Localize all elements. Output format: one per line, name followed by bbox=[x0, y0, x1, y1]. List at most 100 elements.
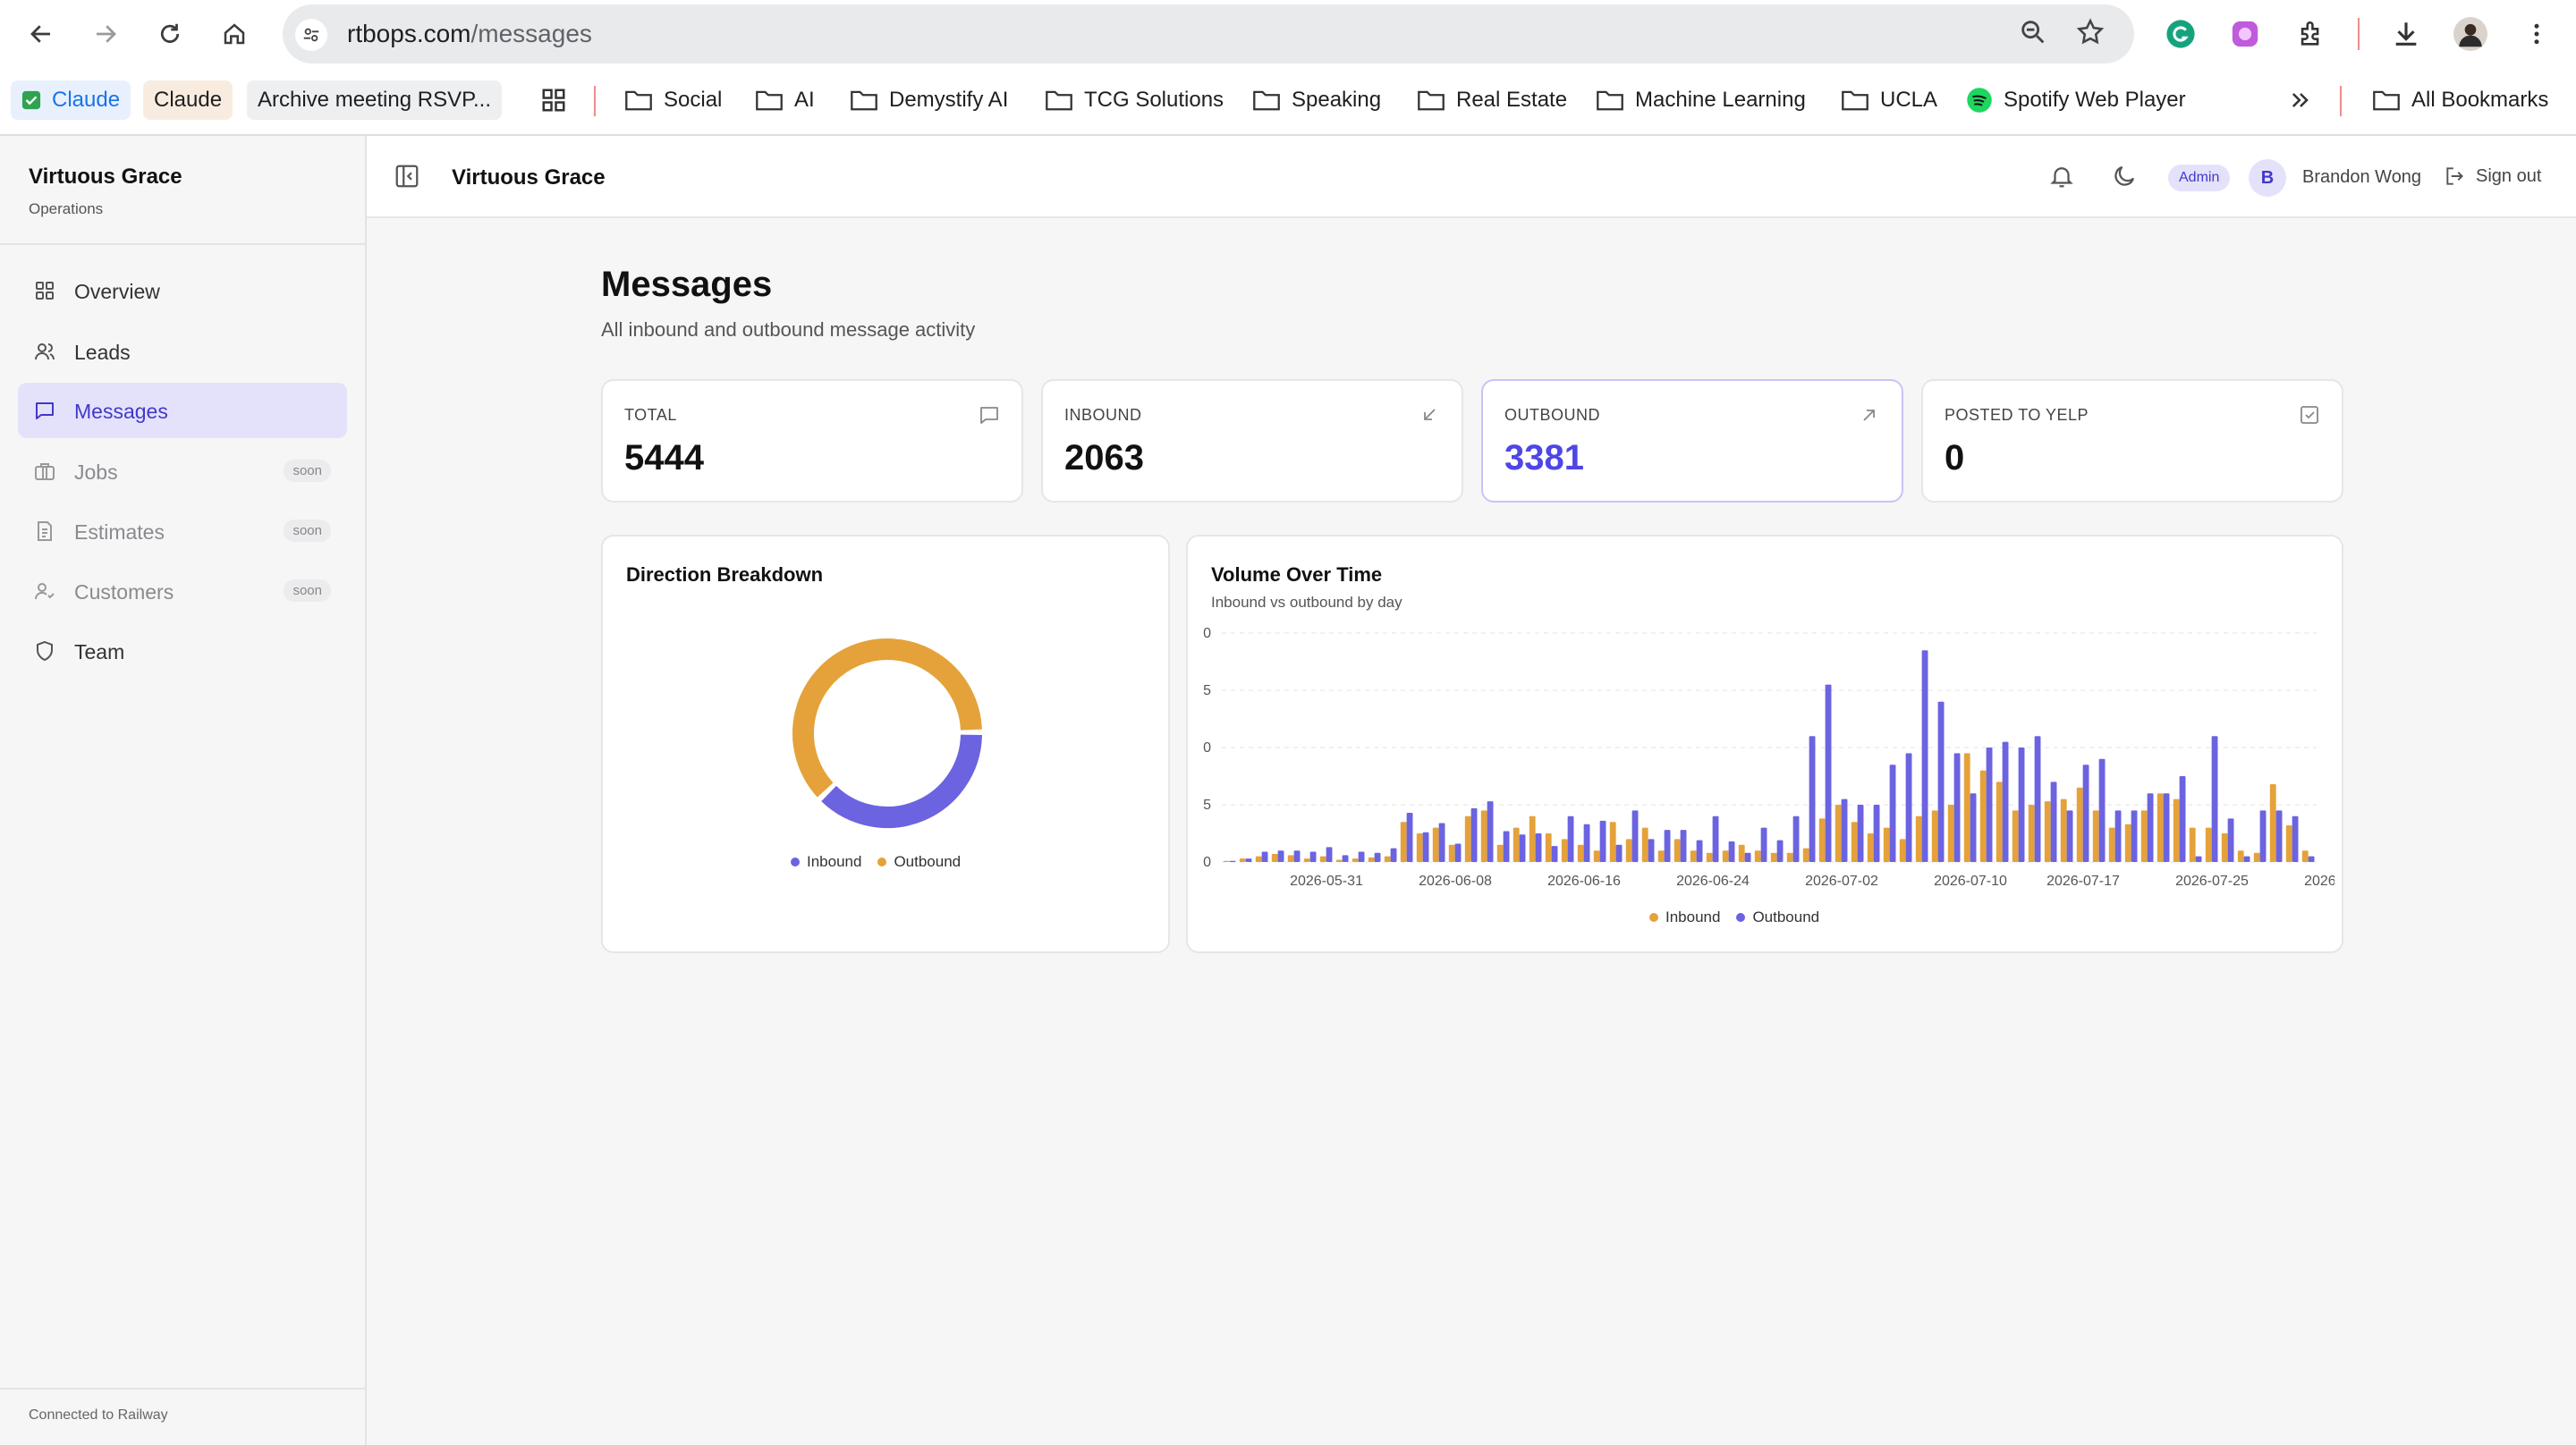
sidebar-footer-divider bbox=[0, 1388, 365, 1390]
bar-inbound bbox=[1690, 850, 1697, 862]
donut-slice-outbound bbox=[792, 638, 982, 798]
address-bar[interactable]: rtbops.com/messages bbox=[283, 4, 2134, 63]
bookmark-claude-2[interactable]: Claude bbox=[143, 80, 233, 120]
bar-outbound bbox=[1470, 807, 1478, 862]
sign-out-button[interactable]: Sign out bbox=[2444, 163, 2541, 190]
bar-outbound bbox=[1857, 805, 1864, 862]
profile-avatar-icon[interactable] bbox=[2453, 16, 2488, 52]
bookmark-folder-real-estate[interactable]: Real Estate bbox=[1417, 80, 1567, 120]
x-tick-label: 2026-05-31 bbox=[1290, 874, 1363, 889]
bar-outbound bbox=[2163, 793, 2170, 862]
star-icon[interactable] bbox=[2075, 17, 2106, 47]
moon-icon[interactable] bbox=[2111, 163, 2138, 190]
sidebar-item-customers[interactable]: Customers soon bbox=[18, 563, 347, 619]
browser-toolbar: rtbops.com/messages bbox=[0, 0, 2576, 68]
sidebar-item-messages[interactable]: Messages bbox=[18, 383, 347, 438]
sidebar-item-leads[interactable]: Leads bbox=[18, 324, 347, 379]
bar-outbound bbox=[2292, 815, 2299, 862]
all-bookmarks[interactable]: All Bookmarks bbox=[2372, 80, 2548, 120]
bookmark-spotify[interactable]: Spotify Web Player bbox=[1966, 80, 2186, 120]
stat-label: POSTED TO YELP bbox=[1945, 406, 2089, 424]
folder-icon bbox=[1417, 89, 1445, 112]
bar-inbound bbox=[1287, 855, 1294, 862]
bar-outbound bbox=[1342, 855, 1349, 862]
message-icon bbox=[34, 400, 55, 421]
forward-icon[interactable] bbox=[88, 16, 123, 52]
page-title: Messages bbox=[601, 265, 773, 304]
home-icon[interactable] bbox=[216, 16, 252, 52]
site-info-icon[interactable] bbox=[295, 19, 327, 51]
bookmark-folder-demystify-ai[interactable]: Demystify AI bbox=[850, 80, 1008, 120]
app-header: Virtuous Grace Admin B Brandon Wong Sign… bbox=[367, 136, 2576, 218]
bookmark-folder-machine-learning[interactable]: Machine Learning bbox=[1596, 80, 1806, 120]
bar-inbound bbox=[2012, 810, 2019, 862]
reload-icon[interactable] bbox=[152, 16, 188, 52]
bookmark-folder-ai[interactable]: AI bbox=[755, 80, 815, 120]
sidebar-item-overview[interactable]: Overview bbox=[18, 263, 347, 318]
stat-card-outbound: OUTBOUND 3381 bbox=[1481, 379, 1903, 503]
bar-inbound bbox=[1835, 805, 1842, 862]
bar-outbound bbox=[2098, 758, 2106, 862]
bookmark-folder-tcg-solutions[interactable]: TCG Solutions bbox=[1045, 80, 1224, 120]
back-icon[interactable] bbox=[23, 16, 59, 52]
page-subtitle: All inbound and outbound message activit… bbox=[601, 318, 976, 341]
bar-outbound bbox=[2147, 793, 2154, 862]
extension-app-icon[interactable] bbox=[2227, 16, 2263, 52]
menu-kebab-icon[interactable] bbox=[2519, 16, 2555, 52]
bar-outbound bbox=[1712, 815, 1719, 862]
sidebar-item-estimates[interactable]: Estimates soon bbox=[18, 503, 347, 559]
brand-title: Virtuous Grace bbox=[29, 165, 182, 189]
apps-grid-icon[interactable] bbox=[540, 80, 567, 120]
bar-inbound bbox=[1496, 844, 1504, 862]
volume-over-time-card: Volume Over Time Inbound vs outbound by … bbox=[1186, 535, 2343, 953]
bar-outbound bbox=[1825, 684, 1832, 862]
bar-inbound bbox=[1722, 850, 1729, 862]
sign-out-icon bbox=[2446, 167, 2463, 185]
soon-badge: soon bbox=[284, 460, 331, 482]
bar-inbound bbox=[2301, 850, 2309, 862]
bar-inbound bbox=[1963, 753, 1970, 862]
bar-outbound bbox=[1921, 650, 1928, 862]
bar-outbound bbox=[1631, 810, 1639, 862]
folder-icon bbox=[624, 89, 653, 112]
bar-outbound bbox=[1970, 793, 1977, 862]
bookmark-folder-social[interactable]: Social bbox=[624, 80, 722, 120]
role-badge: Admin bbox=[2168, 165, 2231, 191]
folder-icon bbox=[1045, 89, 1073, 112]
sidebar: Virtuous Grace Operations Overview Leads… bbox=[0, 136, 367, 1445]
bell-icon[interactable] bbox=[2048, 163, 2075, 190]
avatar[interactable]: B bbox=[2249, 159, 2286, 197]
more-bookmarks-icon[interactable] bbox=[2288, 80, 2313, 120]
bookmark-folder-ucla[interactable]: UCLA bbox=[1841, 80, 1937, 120]
extensions-icon[interactable] bbox=[2293, 16, 2329, 52]
stat-label: INBOUND bbox=[1064, 406, 1142, 424]
bar-outbound bbox=[1792, 815, 1800, 862]
bar-outbound bbox=[2308, 856, 2315, 862]
bar-inbound bbox=[1319, 856, 1326, 862]
bar-inbound bbox=[2076, 787, 2083, 862]
bar-outbound bbox=[1664, 830, 1671, 862]
bookmark-claude-1[interactable]: Claude bbox=[11, 80, 131, 120]
bar-outbound bbox=[2082, 765, 2089, 862]
bookmark-archive-meeting[interactable]: Archive meeting RSVP... bbox=[247, 80, 503, 120]
zoom-icon[interactable] bbox=[2018, 17, 2048, 47]
bar-inbound bbox=[1271, 854, 1278, 862]
bar-inbound bbox=[2028, 805, 2035, 862]
legend-swatch bbox=[791, 858, 800, 866]
chart-title: Direction Breakdown bbox=[626, 563, 824, 586]
sidebar-item-jobs[interactable]: Jobs soon bbox=[18, 444, 347, 499]
x-tick-label: 2026-06-16 bbox=[1547, 874, 1621, 889]
sidebar-item-team[interactable]: Team bbox=[18, 623, 347, 679]
x-tick-label: 2026-07-02 bbox=[1805, 874, 1878, 889]
sidebar-collapse-icon[interactable] bbox=[394, 163, 420, 190]
bar-outbound bbox=[1599, 820, 1606, 862]
bar-outbound bbox=[1326, 847, 1333, 862]
bar-inbound bbox=[2285, 825, 2292, 862]
user-name: Brandon Wong bbox=[2302, 167, 2422, 187]
bar-outbound bbox=[1889, 765, 1896, 862]
bookmark-folder-speaking[interactable]: Speaking bbox=[1252, 80, 1381, 120]
download-icon[interactable] bbox=[2388, 16, 2424, 52]
grammarly-icon[interactable] bbox=[2163, 16, 2199, 52]
bar-inbound bbox=[1867, 833, 1874, 862]
bar-outbound bbox=[1293, 850, 1301, 862]
